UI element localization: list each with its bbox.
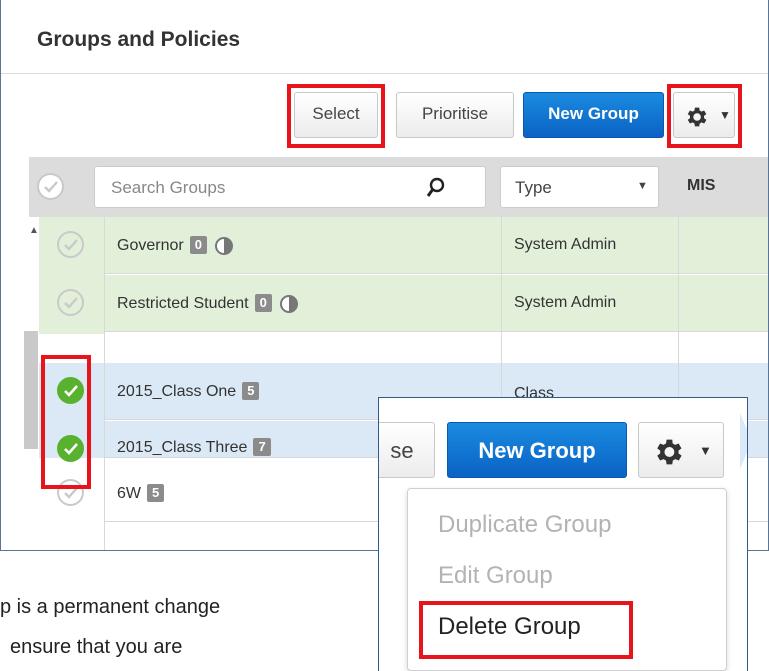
row-checkbox[interactable] (57, 231, 84, 258)
gear-icon (657, 439, 682, 465)
group-name: 6W (117, 485, 141, 502)
select-all-checkbox[interactable] (37, 173, 64, 200)
member-count-badge: 0 (189, 236, 207, 254)
title-divider (1, 73, 768, 74)
column-divider (678, 217, 679, 397)
body-text-line: p is a permanent change (0, 596, 221, 618)
member-count-badge: 0 (254, 294, 272, 312)
half-circle-icon (279, 295, 298, 313)
group-name: 2015_Class Three (117, 439, 248, 456)
column-divider (104, 217, 105, 550)
mis-column-header: MIS (687, 177, 716, 194)
group-type-cell: System Admin (514, 236, 617, 253)
group-name-cell: 2015_Class Three 7 (117, 438, 271, 457)
search-icon[interactable] (426, 177, 446, 199)
menu-item-edit-group[interactable]: Edit Group (438, 562, 553, 590)
row-checkbox[interactable] (57, 289, 84, 316)
settings-button[interactable]: ▼ (638, 422, 724, 478)
caret-down-icon: ▼ (699, 443, 712, 458)
select-button[interactable]: Select (294, 92, 378, 138)
table-row[interactable]: Restricted Student 0 System Admin (104, 275, 768, 332)
body-text-line: ensure that you are (10, 636, 183, 658)
chevron-down-icon: ▼ (637, 180, 648, 192)
column-divider (501, 217, 502, 397)
new-group-button[interactable]: New Group (523, 92, 664, 138)
prioritise-button-partial[interactable]: se (379, 422, 435, 478)
group-name: Restricted Student (117, 295, 249, 312)
search-input[interactable]: Search Groups (94, 166, 486, 208)
prioritise-button[interactable]: Prioritise (396, 92, 514, 138)
member-count-badge: 7 (253, 438, 271, 456)
delete-group-highlight (419, 601, 633, 659)
group-name: Governor (117, 237, 184, 254)
scroll-up-icon[interactable]: ▲ (29, 225, 39, 236)
search-placeholder: Search Groups (111, 178, 226, 197)
type-filter-select[interactable]: Type ▼ (500, 166, 659, 208)
settings-dropdown-menu: Duplicate Group Edit Group Delete Group (407, 488, 727, 671)
group-name-cell: Governor 0 (117, 236, 233, 255)
menu-item-duplicate-group[interactable]: Duplicate Group (438, 511, 611, 539)
group-name-cell: Restricted Student 0 (117, 294, 298, 313)
checked-rows-highlight (41, 355, 91, 489)
half-circle-icon (214, 237, 233, 255)
member-count-badge: 5 (147, 484, 165, 502)
scrollbar-thumb[interactable] (24, 331, 38, 449)
type-filter-value: Type (515, 178, 552, 197)
group-name-cell: 6W 5 (117, 484, 165, 503)
group-name: 2015_Class One (117, 383, 237, 400)
new-group-button[interactable]: New Group (447, 422, 627, 478)
settings-button[interactable]: ▼ (673, 92, 735, 138)
group-name-cell: 2015_Class One 5 (117, 382, 260, 401)
callout-arrow (740, 413, 747, 469)
group-type-cell: System Admin (514, 294, 617, 311)
caret-down-icon: ▼ (719, 108, 731, 122)
table-row[interactable]: Governor 0 System Admin (104, 217, 768, 274)
gear-icon (687, 107, 707, 127)
member-count-badge: 5 (242, 382, 260, 400)
panel-title: Groups and Policies (37, 28, 241, 51)
